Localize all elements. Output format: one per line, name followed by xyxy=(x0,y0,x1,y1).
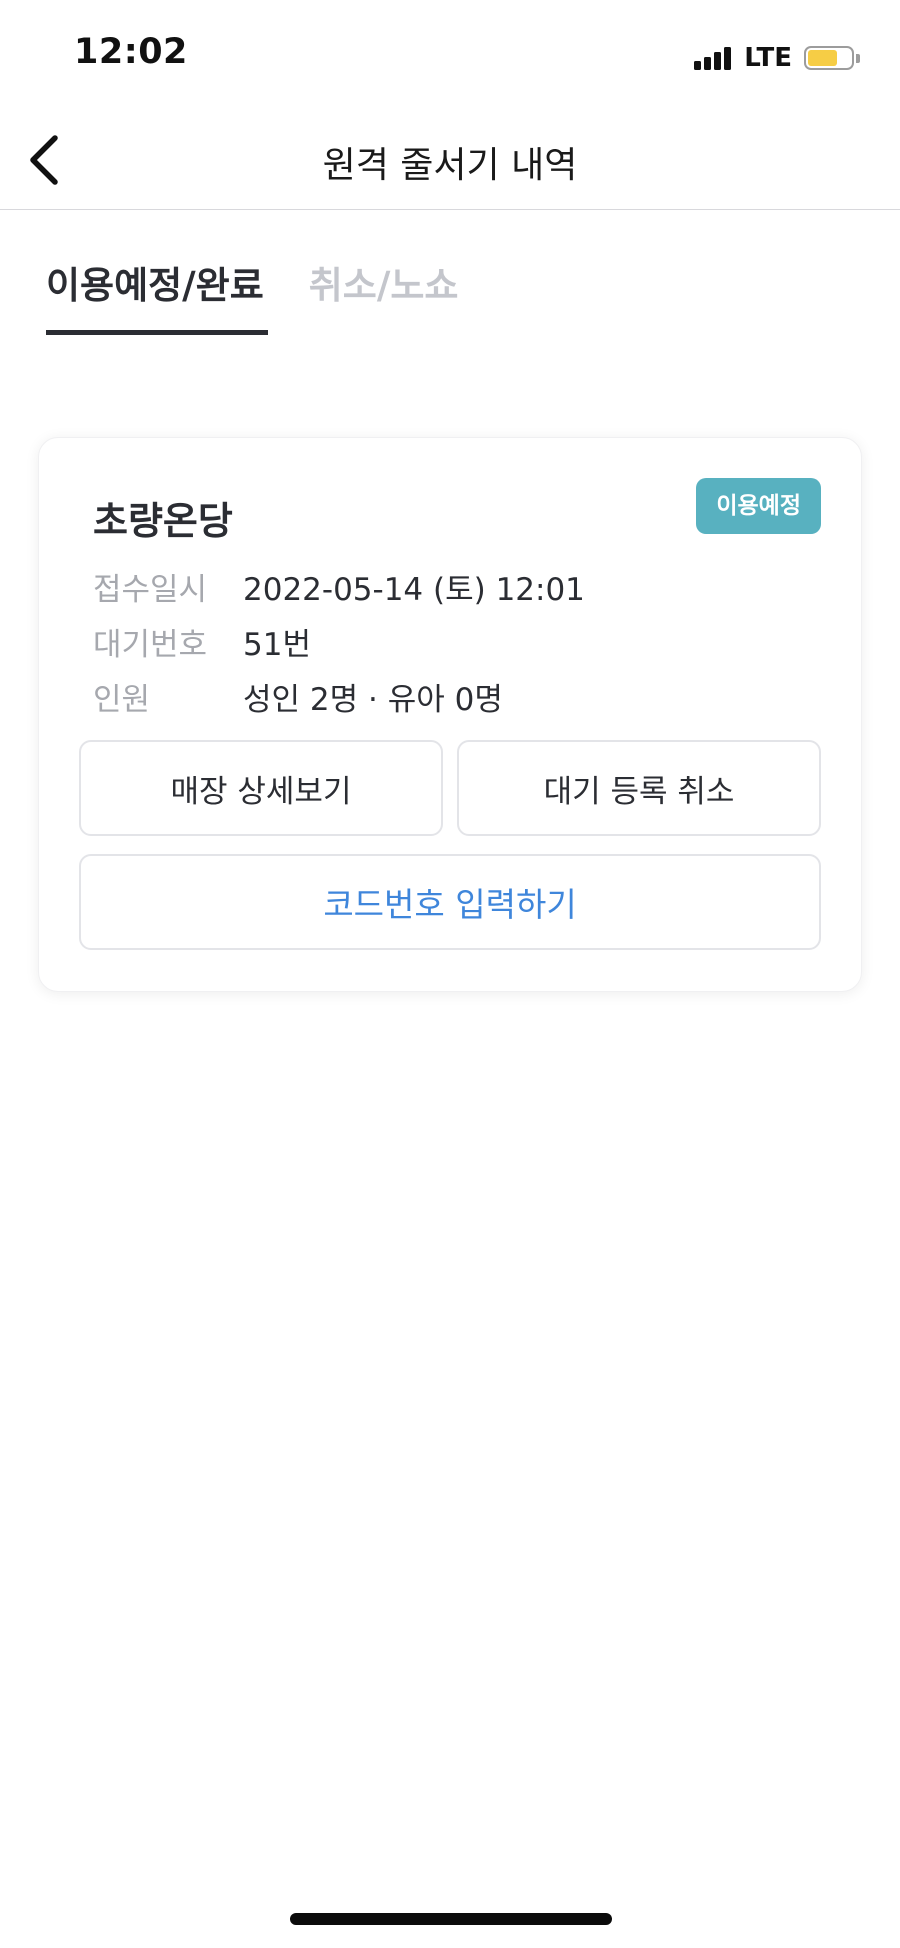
home-indicator xyxy=(290,1913,612,1925)
info-row-party-size: 인원 성인 2명 · 유아 0명 xyxy=(93,674,503,719)
battery-level xyxy=(808,50,838,66)
navigation-bar: 원격 줄서기 내역 xyxy=(0,110,900,210)
info-value: 성인 2명 · 유아 0명 xyxy=(243,682,503,718)
info-value: 2022-05-14 (토) 12:01 xyxy=(243,572,585,608)
cancel-waiting-button[interactable]: 대기 등록 취소 xyxy=(457,740,821,836)
info-row-received-at: 접수일시 2022-05-14 (토) 12:01 xyxy=(93,564,585,609)
tab-bar: 이용예정/완료 취소/노쇼 xyxy=(46,255,503,335)
info-value: 51번 xyxy=(243,627,311,663)
info-label: 인원 xyxy=(93,682,151,718)
status-bar: 12:02 LTE xyxy=(0,0,900,110)
status-badge: 이용예정 xyxy=(696,478,821,534)
tab-cancelled-noshow[interactable]: 취소/노쇼 xyxy=(309,255,459,335)
signal-strength-icon xyxy=(694,46,734,70)
status-indicators: LTE xyxy=(694,42,860,74)
reservation-card: 초량온당 이용예정 접수일시 2022-05-14 (토) 12:01 대기번호… xyxy=(38,437,862,992)
battery-icon xyxy=(804,46,854,70)
store-name: 초량온당 xyxy=(93,499,233,543)
enter-code-button[interactable]: 코드번호 입력하기 xyxy=(79,854,821,950)
page-title: 원격 줄서기 내역 xyxy=(322,145,578,186)
store-detail-button[interactable]: 매장 상세보기 xyxy=(79,740,443,836)
network-type: LTE xyxy=(744,43,792,73)
info-label: 접수일시 xyxy=(93,572,208,608)
status-time: 12:02 xyxy=(74,32,188,72)
tab-upcoming-completed[interactable]: 이용예정/완료 xyxy=(46,255,268,335)
battery-tip xyxy=(856,53,860,63)
info-label: 대기번호 xyxy=(93,627,208,663)
info-row-waiting-number: 대기번호 51번 xyxy=(93,619,311,664)
